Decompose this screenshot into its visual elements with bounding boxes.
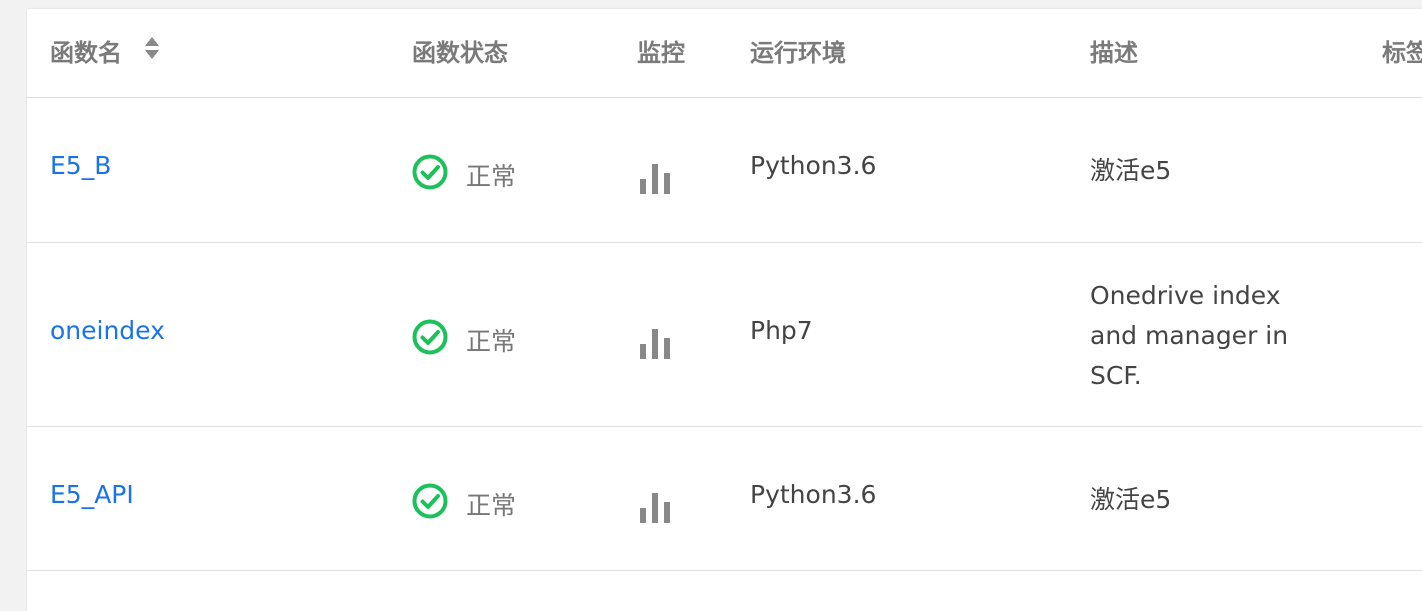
column-header-status: 函数状态 — [412, 39, 508, 67]
table-row: E5_B 正常 Python3.6 激活e5 — [27, 98, 1422, 243]
column-header-name[interactable]: 函数名 — [50, 9, 160, 97]
description-text: Onedrive index and manager in SCF. — [1090, 281, 1289, 390]
function-name-link[interactable]: oneindex — [50, 316, 165, 345]
runtime-text: Python3.6 — [750, 480, 877, 509]
column-header-tags: 标签 — [1382, 39, 1422, 67]
function-name-link[interactable]: E5_B — [50, 151, 111, 180]
status-text: 正常 — [466, 162, 517, 191]
status-text: 正常 — [466, 491, 517, 520]
status-cell: 正常 — [412, 319, 516, 361]
bar-chart-icon[interactable] — [639, 493, 671, 530]
runtime-text: Php7 — [750, 316, 813, 345]
table-header: 函数名 函数状态 监控 运行环境 描述 标签 — [27, 9, 1422, 98]
status-text: 正常 — [466, 327, 517, 356]
description-text: 激活e5 — [1090, 485, 1172, 514]
description-text: 激活e5 — [1090, 156, 1172, 185]
column-header-name-label: 函数名 — [50, 39, 122, 67]
check-circle-icon — [412, 319, 448, 361]
column-header-description: 描述 — [1090, 39, 1138, 67]
status-cell: 正常 — [412, 154, 516, 196]
bar-chart-icon[interactable] — [639, 164, 671, 201]
status-cell: 正常 — [412, 483, 516, 525]
check-circle-icon — [412, 154, 448, 196]
table-row: E5_API 正常 Python3.6 激活e5 — [27, 427, 1422, 571]
table-row: oneindex 正常 Php7 Onedrive index and mana… — [27, 243, 1422, 427]
column-header-runtime: 运行环境 — [750, 39, 846, 67]
check-circle-icon — [412, 483, 448, 525]
runtime-text: Python3.6 — [750, 151, 877, 180]
sort-icon[interactable] — [144, 9, 160, 96]
function-name-link[interactable]: E5_API — [50, 480, 134, 509]
function-list-panel: 函数名 函数状态 监控 运行环境 描述 标签 E5_B 正常 Python3.6… — [27, 9, 1422, 611]
bar-chart-icon[interactable] — [639, 329, 671, 366]
column-header-monitor: 监控 — [637, 39, 685, 67]
